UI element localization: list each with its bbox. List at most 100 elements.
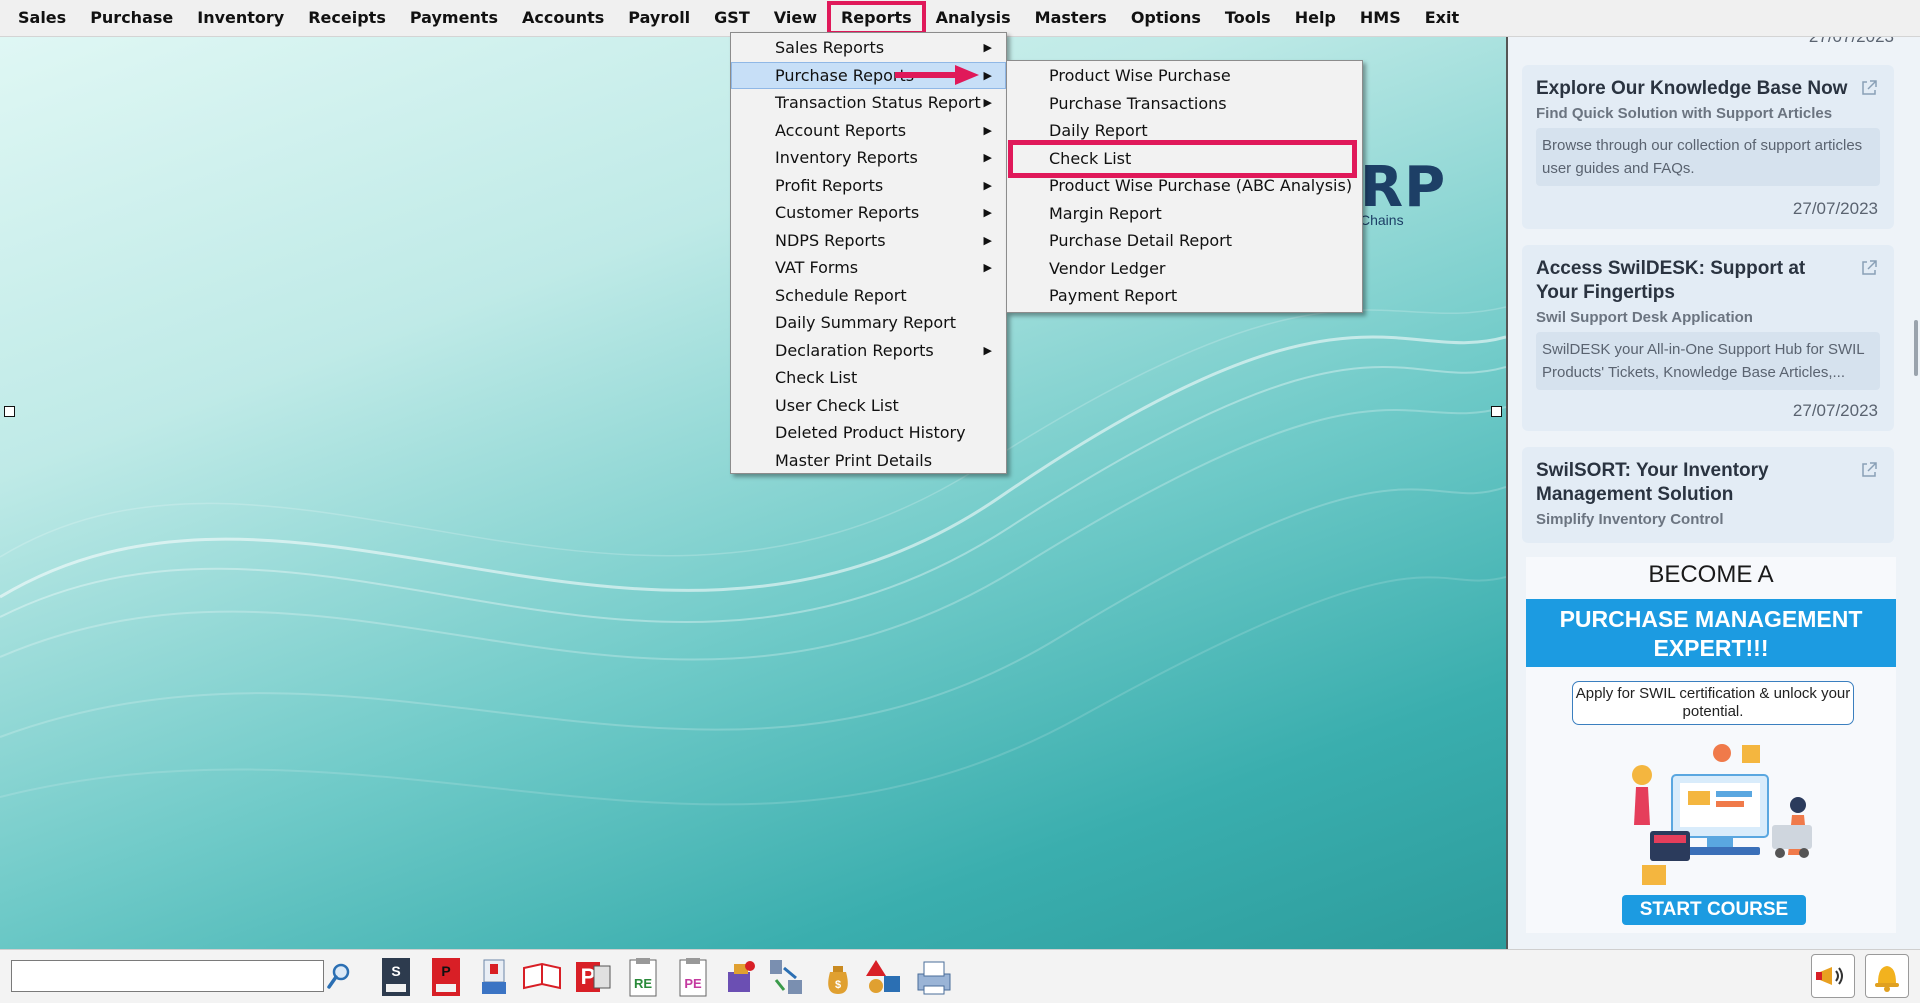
submenu-item-product-wise-purchase[interactable]: Product Wise Purchase: [1007, 62, 1362, 90]
card-swilsort[interactable]: SwilSORT: Your Inventory Management Solu…: [1522, 447, 1894, 543]
menu-item-declaration-reports[interactable]: Declaration Reports ▶: [731, 337, 1006, 365]
menu-reports[interactable]: Reports: [826, 1, 926, 35]
bottom-toolbar: S P P RE PE $: [0, 949, 1920, 1003]
menu-item-vat-forms[interactable]: VAT Forms ▶: [731, 254, 1006, 282]
printer-icon[interactable]: [914, 956, 954, 998]
promo-banner[interactable]: BECOME A PURCHASE MANAGEMENT EXPERT!!! A…: [1526, 557, 1896, 933]
menu-item-customer-reports[interactable]: Customer Reports ▶: [731, 199, 1006, 227]
menu-item-ndps-reports[interactable]: NDPS Reports ▶: [731, 227, 1006, 255]
payment-entry-icon[interactable]: PE: [672, 956, 712, 998]
submenu-item-vendor-ledger[interactable]: Vendor Ledger: [1007, 255, 1362, 283]
purchase-entry-icon[interactable]: P: [426, 956, 466, 998]
menu-inventory[interactable]: Inventory: [185, 3, 296, 33]
card-swildesk[interactable]: Access SwilDESK: Support at Your Fingert…: [1522, 245, 1894, 431]
menu-item-label: User Check List: [775, 395, 899, 415]
menu-item-inventory-reports[interactable]: Inventory Reports ▶: [731, 144, 1006, 172]
menu-sales[interactable]: Sales: [6, 3, 78, 33]
menu-item-account-reports[interactable]: Account Reports ▶: [731, 117, 1006, 145]
menu-item-label: Product Wise Purchase: [1049, 66, 1231, 85]
menu-item-label: NDPS Reports: [775, 230, 886, 250]
submenu-arrow-icon: ▶: [983, 96, 992, 109]
submenu-item-purchase-detail-report[interactable]: Purchase Detail Report: [1007, 227, 1362, 255]
menu-options[interactable]: Options: [1119, 3, 1213, 33]
resize-handle-right[interactable]: [1491, 406, 1502, 417]
card-knowledge-base[interactable]: Explore Our Knowledge Base Now Find Quic…: [1522, 65, 1894, 229]
notification-button[interactable]: [1865, 954, 1909, 998]
menu-accounts[interactable]: Accounts: [510, 3, 616, 33]
card-subtitle: Simplify Inventory Control: [1536, 511, 1724, 528]
menu-item-label: Inventory Reports: [775, 148, 918, 167]
card-title: SwilSORT: Your Inventory Management Solu…: [1536, 460, 1769, 505]
quick-search-input[interactable]: [11, 960, 324, 992]
sidebar-scrollbar[interactable]: [1914, 320, 1918, 376]
menu-item-user-check-list[interactable]: User Check List: [731, 392, 1006, 420]
menu-item-schedule-report[interactable]: Schedule Report: [731, 282, 1006, 310]
menu-item-label: Vendor Ledger: [1049, 258, 1166, 278]
search-icon[interactable]: [326, 962, 352, 990]
resize-handle-left[interactable]: [4, 406, 15, 417]
shapes-icon[interactable]: [864, 956, 904, 998]
menu-item-deleted-product-history[interactable]: Deleted Product History: [731, 419, 1006, 447]
order-book-icon[interactable]: [522, 956, 562, 998]
menu-item-label: Daily Summary Report: [775, 313, 957, 332]
announcement-button[interactable]: [1811, 954, 1855, 998]
menu-analysis[interactable]: Analysis: [924, 3, 1023, 33]
submenu-arrow-icon: ▶: [983, 233, 992, 247]
menu-hms[interactable]: HMS: [1348, 3, 1413, 33]
external-link-icon[interactable]: [1860, 461, 1878, 479]
announcement-icon: [1816, 967, 1843, 985]
menu-item-label: Product Wise Purchase (ABC Analysis): [1049, 176, 1353, 195]
svg-text:P: P: [441, 963, 450, 979]
menu-item-daily-summary-report[interactable]: Daily Summary Report: [731, 309, 1006, 337]
menu-exit[interactable]: Exit: [1413, 3, 1471, 33]
submenu-arrow-icon: ▶: [983, 343, 992, 357]
submenu-arrow-icon: ▶: [983, 123, 992, 137]
external-link-icon[interactable]: [1860, 79, 1878, 97]
menu-receipts[interactable]: Receipts: [296, 3, 398, 33]
menu-view[interactable]: View: [762, 3, 829, 33]
menu-item-label: Margin Report: [1049, 203, 1162, 223]
menu-item-master-print-details[interactable]: Master Print Details: [731, 447, 1006, 475]
svg-text:$: $: [835, 979, 841, 991]
submenu-arrow-icon: ▶: [983, 41, 992, 54]
external-link-icon[interactable]: [1860, 259, 1878, 277]
menu-masters[interactable]: Masters: [1023, 3, 1119, 33]
start-course-button[interactable]: START COURSE: [1622, 895, 1806, 925]
menu-purchase[interactable]: Purchase: [78, 3, 185, 33]
menu-gst[interactable]: GST: [702, 3, 762, 33]
print-icon[interactable]: P: [572, 956, 612, 998]
menu-item-label: Purchase Reports: [775, 65, 915, 85]
menu-item-label: Schedule Report: [775, 285, 907, 305]
menu-item-check-list[interactable]: Check List: [731, 364, 1006, 392]
money-bag-icon[interactable]: $: [818, 956, 858, 998]
card-description: SwilDESK your All-in-One Support Hub for…: [1536, 332, 1880, 390]
menu-item-label: Payment Report: [1049, 286, 1178, 305]
news-sidebar: 27/07/2023 Explore Our Knowledge Base No…: [1508, 37, 1920, 949]
menu-item-sales-reports[interactable]: Sales Reports ▶: [731, 34, 1006, 62]
submenu-item-purchase-transactions[interactable]: Purchase Transactions: [1007, 90, 1362, 118]
menu-payments[interactable]: Payments: [398, 3, 510, 33]
menu-item-label: Customer Reports: [775, 203, 920, 222]
dispatch-icon[interactable]: [720, 956, 760, 998]
card-title: Explore Our Knowledge Base Now: [1536, 78, 1848, 99]
svg-text:P: P: [581, 964, 596, 989]
product-icon[interactable]: [474, 956, 514, 998]
menu-item-label: Purchase Transactions: [1049, 93, 1227, 113]
menu-payroll[interactable]: Payroll: [616, 3, 702, 33]
menu-item-profit-reports[interactable]: Profit Reports ▶: [731, 172, 1006, 200]
menu-item-label: Profit Reports: [775, 175, 884, 195]
submenu-item-payment-report[interactable]: Payment Report: [1007, 282, 1362, 310]
menu-help[interactable]: Help: [1283, 3, 1348, 33]
menu-item-label: Sales Reports: [775, 38, 885, 57]
reports-menu: Sales Reports ▶ Purchase Reports ▶ Transac…: [730, 32, 1007, 474]
svg-text:RE: RE: [634, 976, 652, 991]
menu-item-transaction-status-report[interactable]: Transaction Status Report ▶: [731, 89, 1006, 117]
promo-apply-text: Apply for SWIL certification & unlock yo…: [1572, 681, 1854, 725]
stock-transfer-icon[interactable]: [766, 956, 806, 998]
submenu-item-margin-report[interactable]: Margin Report: [1007, 200, 1362, 228]
menu-item-label: Account Reports: [775, 120, 907, 140]
menu-tools[interactable]: Tools: [1213, 3, 1283, 33]
sale-entry-icon[interactable]: S: [376, 956, 416, 998]
submenu-arrow-icon: ▶: [983, 261, 992, 274]
receipt-entry-icon[interactable]: RE: [622, 956, 662, 998]
